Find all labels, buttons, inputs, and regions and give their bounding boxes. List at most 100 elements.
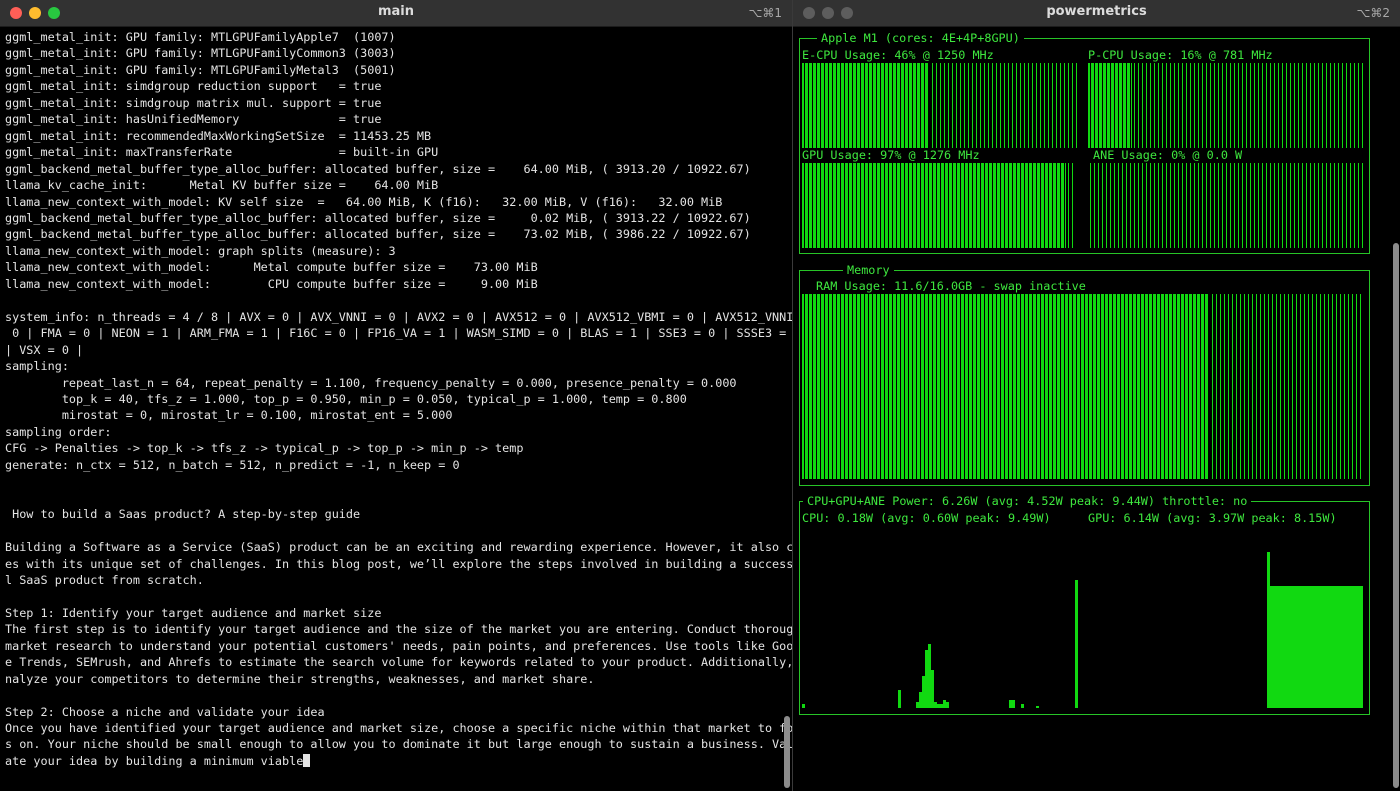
power-history-bar [934, 702, 937, 708]
gauge-tick [1004, 294, 1005, 479]
gauge-tick [1080, 294, 1081, 479]
power-history-bar [1270, 586, 1273, 708]
gauge-tick [1196, 294, 1197, 479]
window-title: powermetrics [1046, 4, 1147, 19]
gauge-tick [1138, 63, 1139, 148]
gauge-tick [860, 294, 861, 479]
gauge-tick [1170, 63, 1171, 148]
gauge-tick [1286, 63, 1287, 148]
gauge-tick [860, 63, 861, 148]
gauge-tick [916, 63, 917, 148]
gauge-tick [844, 294, 845, 479]
gauge-tick [1024, 294, 1025, 479]
gauge-tick [1310, 163, 1311, 248]
main-titlebar[interactable]: main ⌥⌘1 [0, 0, 792, 27]
gauge-tick [1358, 63, 1359, 148]
gauge-tick [1132, 294, 1133, 479]
gauge-tick [1330, 163, 1331, 248]
gauge-tick [972, 163, 973, 248]
gauge-tick [956, 163, 957, 248]
gauge-tick [880, 163, 881, 248]
power-history-bar [1333, 586, 1336, 708]
gauge-tick [804, 294, 805, 479]
gauge-tick [1056, 163, 1057, 248]
terminal-output[interactable]: ggml_metal_init: GPU family: MTLGPUFamil… [5, 29, 792, 769]
terminal-line: How to build a Saas product? A step-by-s… [5, 507, 361, 522]
powermetrics-scrollbar-thumb[interactable] [1393, 243, 1399, 788]
gauge-tick [964, 163, 965, 248]
power-history-bar [1330, 586, 1333, 708]
gauge-tick [1256, 294, 1257, 479]
gauge-tick [888, 163, 889, 248]
terminal-line: top_k = 40, tfs_z = 1.000, top_p = 0.950… [5, 391, 687, 406]
pcpu-usage-gauge [1088, 63, 1364, 148]
gauge-tick [900, 163, 901, 248]
gauge-tick [972, 63, 973, 148]
gauge-tick [1200, 294, 1201, 479]
gauge-tick [872, 163, 873, 248]
gauge-tick [908, 63, 909, 148]
gpu-usage-label: GPU Usage: 97% @ 1276 MHz [802, 148, 980, 162]
gauge-tick [916, 163, 917, 248]
gauge-tick [1274, 163, 1275, 248]
gauge-tick [820, 294, 821, 479]
power-history-bar [1300, 586, 1303, 708]
gauge-tick [988, 163, 989, 248]
power-history-bar [1279, 586, 1282, 708]
gauge-tick [1300, 294, 1301, 479]
gauge-tick [1310, 63, 1311, 148]
gauge-tick [960, 163, 961, 248]
gauge-tick [816, 163, 817, 248]
gauge-tick [1146, 63, 1147, 148]
gauge-tick [940, 294, 941, 479]
gauge-tick [1166, 63, 1167, 148]
gauge-tick [816, 294, 817, 479]
gauge-tick [976, 294, 977, 479]
gauge-tick [1246, 163, 1247, 248]
gauge-tick [888, 63, 889, 148]
terminal-line: ggml_backend_metal_buffer_type_alloc_buf… [5, 210, 751, 225]
power-history-bar [1351, 586, 1354, 708]
gauge-tick [1146, 163, 1147, 248]
terminal-line: Step 2: Choose a niche and validate your… [5, 704, 325, 719]
gauge-tick [1028, 294, 1029, 479]
gauge-tick [1088, 294, 1089, 479]
gauge-tick [968, 294, 969, 479]
gauge-tick [1186, 163, 1187, 248]
gauge-tick [1298, 63, 1299, 148]
gauge-tick [820, 63, 821, 148]
gauge-tick [1052, 63, 1053, 148]
window-title: main [377, 4, 415, 19]
gauge-tick [1362, 63, 1363, 148]
gauge-tick [1118, 63, 1119, 148]
gauge-tick [944, 163, 945, 248]
gauge-tick [1248, 294, 1249, 479]
power-history-bar [1342, 586, 1345, 708]
gauge-tick [900, 63, 901, 148]
gauge-tick [1156, 294, 1157, 479]
gauge-tick [992, 163, 993, 248]
gauge-tick [956, 294, 957, 479]
gauge-tick [1060, 163, 1061, 248]
gauge-tick [1190, 63, 1191, 148]
gauge-tick [1330, 63, 1331, 148]
gauge-tick [1098, 63, 1099, 148]
gauge-tick [1102, 63, 1103, 148]
gauge-tick [1164, 294, 1165, 479]
gauge-tick [848, 294, 849, 479]
gauge-tick [1174, 163, 1175, 248]
gauge-tick [1160, 294, 1161, 479]
gauge-tick [1032, 294, 1033, 479]
gauge-tick [1346, 163, 1347, 248]
powermetrics-titlebar[interactable]: powermetrics ⌥⌘2 [793, 0, 1400, 27]
gauge-tick [1232, 294, 1233, 479]
main-scrollbar-thumb[interactable] [784, 716, 790, 788]
gauge-tick [1252, 294, 1253, 479]
gauge-tick [984, 163, 985, 248]
gauge-tick [1060, 63, 1061, 148]
gauge-tick [912, 163, 913, 248]
gauge-tick [836, 294, 837, 479]
gauge-tick [1338, 163, 1339, 248]
gauge-tick [1040, 294, 1041, 479]
gauge-tick [916, 294, 917, 479]
